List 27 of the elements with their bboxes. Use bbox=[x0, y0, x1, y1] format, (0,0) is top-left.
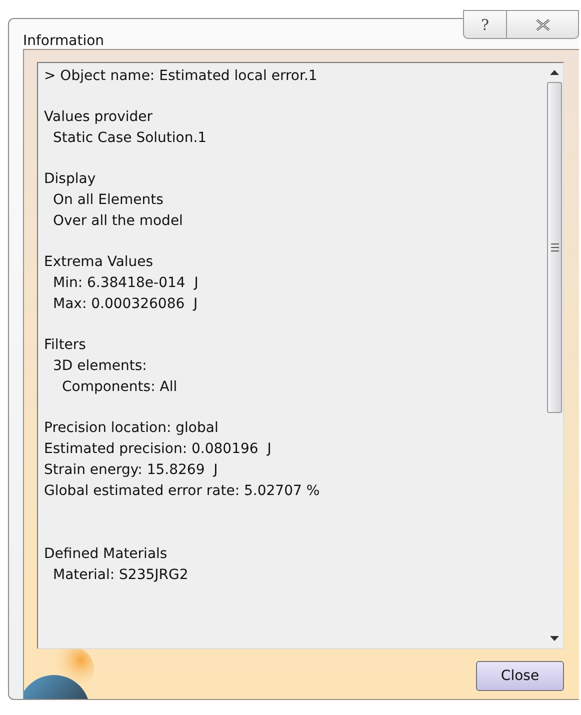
info-line: > Object name: Estimated local error.1 bbox=[44, 67, 318, 86]
scroll-up-icon[interactable] bbox=[550, 70, 559, 75]
grip-icon bbox=[550, 243, 558, 252]
info-line: Filters bbox=[44, 336, 87, 355]
scroll-thumb[interactable] bbox=[547, 82, 562, 413]
info-line: Static Case Solution.1 bbox=[53, 129, 208, 148]
info-line: Estimated precision: 0.080196 J bbox=[44, 440, 272, 459]
info-line: Values provider bbox=[44, 108, 154, 127]
info-line: Global estimated error rate: 5.02707 % bbox=[44, 482, 321, 501]
info-line: On all Elements bbox=[53, 191, 164, 210]
info-line: Components: All bbox=[62, 378, 178, 397]
info-line: Strain energy: 15.8269 J bbox=[44, 461, 219, 480]
close-icon[interactable] bbox=[506, 10, 579, 39]
window-title: Information bbox=[23, 33, 104, 49]
globe-icon bbox=[24, 649, 94, 699]
info-line: 3D elements: bbox=[53, 357, 148, 376]
close-button[interactable]: Close bbox=[476, 661, 564, 691]
info-line: Extrema Values bbox=[44, 253, 154, 272]
info-line: Display bbox=[44, 170, 97, 189]
scroll-down-icon[interactable] bbox=[550, 636, 559, 641]
info-line: Max: 0.000326086 J bbox=[53, 295, 199, 314]
info-line: Precision location: global bbox=[44, 419, 220, 438]
info-line: Over all the model bbox=[53, 212, 184, 231]
help-button[interactable]: ? bbox=[463, 10, 506, 39]
info-line: Material: S235JRG2 bbox=[53, 566, 190, 585]
info-line: Defined Materials bbox=[44, 545, 168, 564]
info-line: Min: 6.38418e-014 J bbox=[53, 274, 200, 293]
